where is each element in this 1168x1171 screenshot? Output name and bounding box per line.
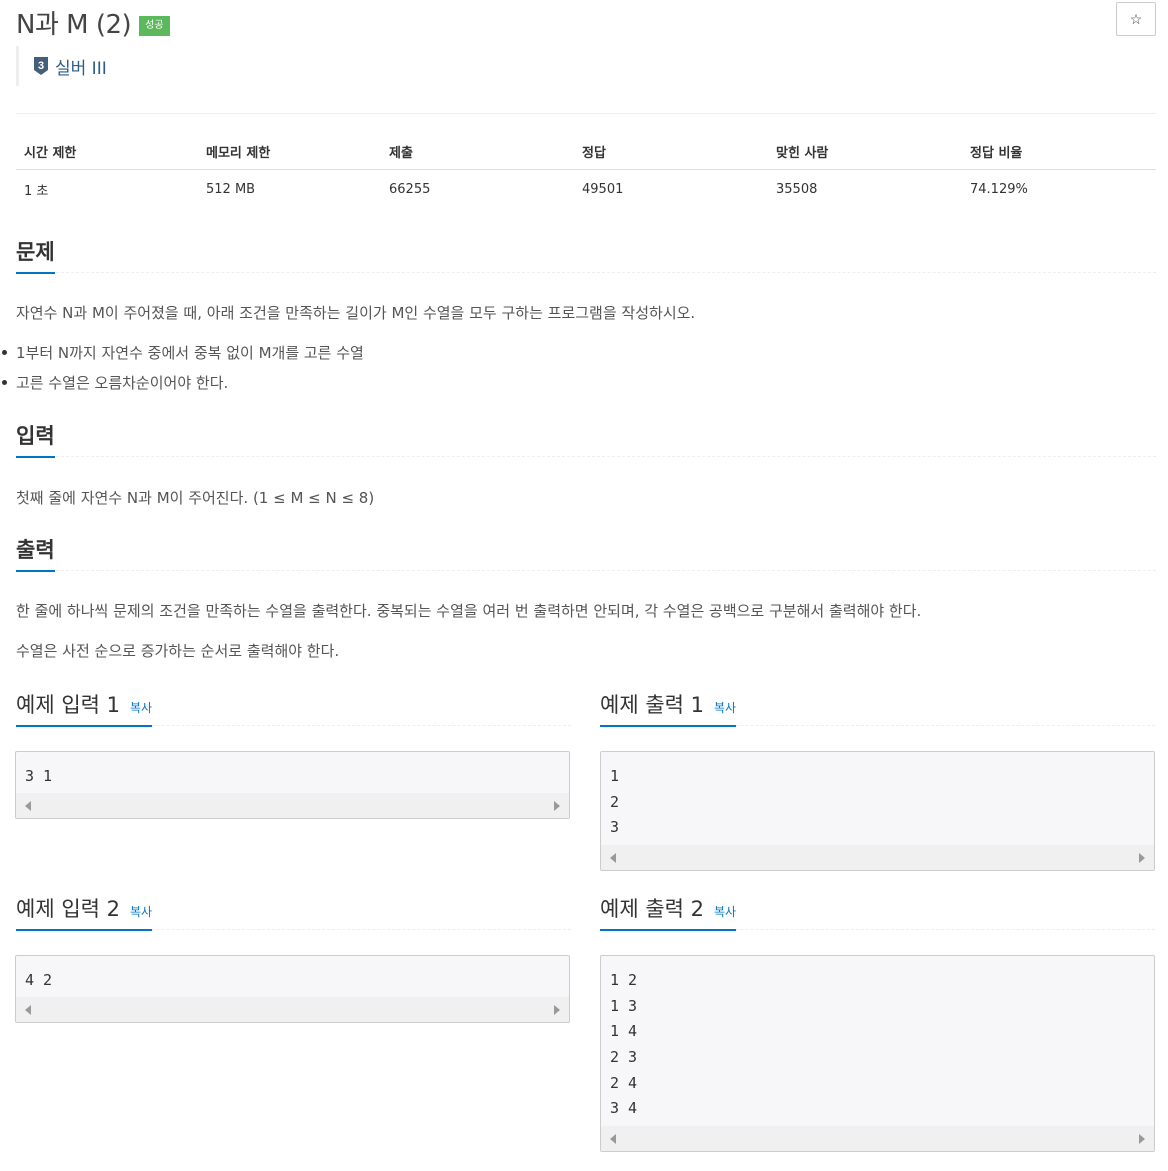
value-submissions: 66255 [389, 182, 431, 197]
header-memory-limit: 메모리 제한 [198, 136, 381, 170]
tier-link[interactable]: 실버 III [55, 54, 107, 79]
sample-input-1-label: 예제 입력 1 [16, 693, 120, 717]
sample-input-1-box[interactable]: 3 1 [15, 751, 570, 819]
scroll-left-icon[interactable] [25, 801, 31, 811]
sample-input-1-title: 예제 입력 1 복사 [16, 689, 153, 727]
sample-input-2-label: 예제 입력 2 [16, 897, 120, 921]
horizontal-scrollbar[interactable] [601, 1126, 1154, 1151]
table-header-row: 시간 제한 메모리 제한 제출 정답 맞힌 사람 정답 비율 [16, 136, 1156, 170]
sample-line: 3 [610, 818, 620, 837]
header-submissions: 제출 [381, 136, 574, 170]
sample-input-2-box[interactable]: 4 2 [15, 955, 570, 1023]
header-accepted: 정답 [574, 136, 768, 170]
scroll-left-icon[interactable] [610, 853, 616, 863]
problem-description: 자연수 N과 M이 주어졌을 때, 아래 조건을 만족하는 길이가 M인 수열을… [16, 304, 696, 322]
sample-line: 2 3 [610, 1048, 638, 1067]
value-time-limit: 1 초 [24, 184, 49, 199]
copy-sample-input-2-button[interactable]: 복사 [130, 903, 152, 920]
sample-output-1-title: 예제 출력 1 복사 [600, 689, 737, 727]
star-icon: ☆ [1129, 10, 1143, 27]
input-description: 첫째 줄에 자연수 N과 M이 주어진다. (1 ≤ M ≤ N ≤ 8) [16, 489, 375, 507]
sample-line: 1 4 [610, 1022, 638, 1041]
problem-section-title: 문제 [16, 236, 55, 274]
table-row: 1 초 512 MB 66255 49501 35508 74.129% [16, 170, 1156, 210]
star-button[interactable]: ☆ [1116, 2, 1156, 36]
scroll-left-icon[interactable] [610, 1134, 616, 1144]
sample-output-1-box[interactable]: 1 2 3 [600, 751, 1155, 871]
sample-output-2-box[interactable]: 1 2 1 3 1 4 2 3 2 4 3 4 [600, 955, 1155, 1152]
output-description-order: 수열은 사전 순으로 증가하는 순서로 출력해야 한다. [16, 642, 340, 660]
scroll-left-icon[interactable] [25, 1005, 31, 1015]
value-solvers: 35508 [776, 182, 818, 197]
divider [16, 113, 1156, 114]
value-ratio: 74.129% [970, 182, 1028, 197]
sample-line: 2 4 [610, 1073, 638, 1092]
header-time-limit: 시간 제한 [16, 136, 198, 170]
list-item: 고른 수열은 오름차순이어야 한다. [1, 374, 229, 392]
problem-info-table: 시간 제한 메모리 제한 제출 정답 맞힌 사람 정답 비율 1 초 512 M… [16, 136, 1156, 209]
value-memory-limit: 512 MB [206, 182, 256, 197]
header-solvers: 맞힌 사람 [768, 136, 962, 170]
section-divider [16, 456, 1156, 457]
header-ratio: 정답 비율 [962, 136, 1156, 170]
input-section-title: 입력 [16, 420, 55, 458]
scroll-right-icon[interactable] [554, 1005, 560, 1015]
tier-block: 3 실버 III [16, 46, 107, 86]
scroll-right-icon[interactable] [554, 801, 560, 811]
section-divider [16, 272, 1156, 273]
sample-output-2-title: 예제 출력 2 복사 [600, 893, 737, 931]
scroll-right-icon[interactable] [1139, 853, 1145, 863]
value-accepted: 49501 [582, 182, 624, 197]
tier-number: 3 [38, 60, 44, 72]
horizontal-scrollbar[interactable] [16, 793, 569, 818]
output-section-title: 출력 [16, 534, 55, 572]
sample-line: 1 2 [610, 971, 638, 989]
sample-line: 2 [610, 792, 620, 811]
sample-line: 1 3 [610, 996, 638, 1015]
problem-header: N과 M (2) 성공 [16, 4, 170, 41]
sample-line: 3 1 [25, 767, 53, 785]
status-badge: 성공 [139, 15, 170, 36]
horizontal-scrollbar[interactable] [16, 997, 569, 1022]
horizontal-scrollbar[interactable] [601, 845, 1154, 870]
silver-tier-3-icon: 3 [33, 56, 49, 76]
copy-sample-input-1-button[interactable]: 복사 [130, 699, 152, 716]
copy-sample-output-1-button[interactable]: 복사 [714, 699, 736, 716]
sample-line: 4 2 [25, 971, 53, 989]
output-description: 한 줄에 하나씩 문제의 조건을 만족하는 수열을 출력한다. 중복되는 수열을… [16, 602, 922, 620]
sample-input-2-title: 예제 입력 2 복사 [16, 893, 153, 931]
sample-line: 1 [610, 767, 620, 785]
section-divider [16, 570, 1156, 571]
sample-output-1-label: 예제 출력 1 [600, 693, 704, 717]
problem-title: N과 M (2) [16, 10, 132, 40]
sample-output-2-label: 예제 출력 2 [600, 897, 704, 921]
scroll-right-icon[interactable] [1139, 1134, 1145, 1144]
sample-line: 3 4 [610, 1099, 638, 1118]
copy-sample-output-2-button[interactable]: 복사 [714, 903, 736, 920]
list-item: 1부터 N까지 자연수 중에서 중복 없이 M개를 고른 수열 [2, 344, 364, 362]
